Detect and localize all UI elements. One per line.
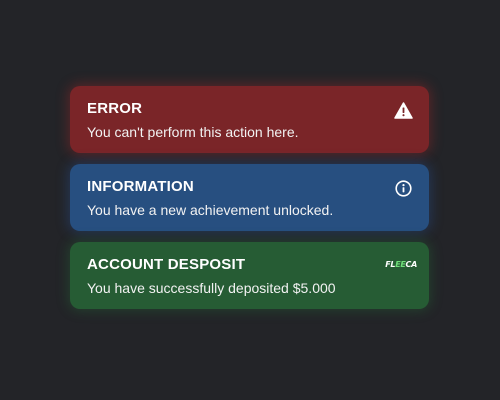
notification-title: INFORMATION [87, 178, 194, 195]
notification-message: You can't perform this action here. [87, 124, 299, 140]
deposit-notification[interactable]: ACCOUNT DESPOSIT You have successfully d… [70, 242, 429, 309]
warning-icon [393, 100, 413, 120]
notification-message: You have successfully deposited $5.000 [87, 280, 336, 296]
info-notification[interactable]: INFORMATION You have a new achievement u… [70, 164, 429, 231]
notification-stack: ERROR You can't perform this action here… [70, 86, 429, 320]
notification-message: You have a new achievement unlocked. [87, 202, 334, 218]
notification-title: ERROR [87, 100, 143, 117]
notification-title: ACCOUNT DESPOSIT [87, 256, 246, 273]
error-notification[interactable]: ERROR You can't perform this action here… [70, 86, 429, 153]
fleeca-logo: FLEECA [385, 260, 417, 269]
info-icon [393, 178, 413, 198]
